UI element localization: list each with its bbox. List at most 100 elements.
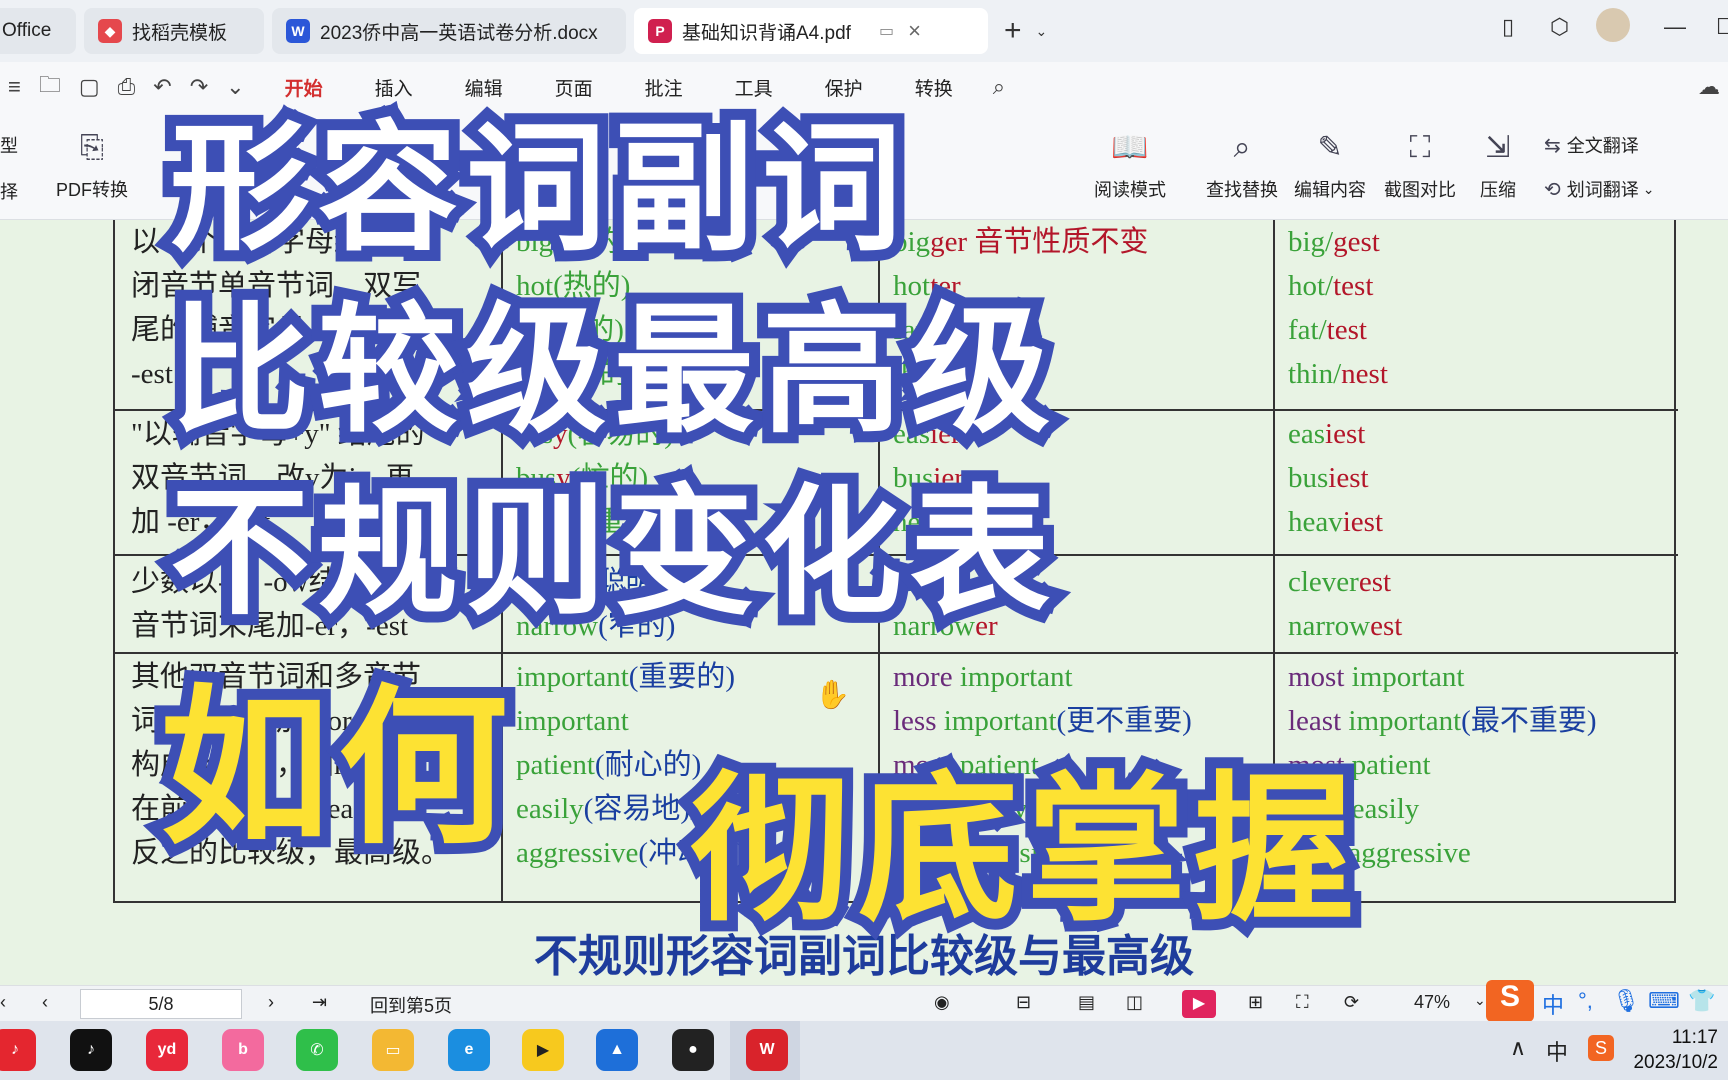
read-mode-button[interactable]: 📖 阅读模式 [1094,128,1166,202]
find-replace-button[interactable]: ⌕ 查找替换 [1206,128,1278,202]
tab-pdf[interactable]: P 基础知识背诵A4.pdf ▭ × [634,8,988,54]
tab-word-doc[interactable]: W 2023侨中高一英语试卷分析.docx [272,8,626,54]
next-page-icon[interactable]: › [268,992,274,1013]
photos-icon[interactable]: ▲ [596,1029,638,1071]
chevron-down-icon[interactable]: ⌄ [1036,23,1048,40]
sogou-ime-icon[interactable]: S [1486,980,1534,1022]
suffix-text: iest [1342,506,1384,538]
tray-ime[interactable]: 中 [1546,1035,1568,1067]
suffix-text: est [1370,610,1403,642]
single-page-icon[interactable]: ⊟ [1016,992,1031,1013]
tiktok-icon[interactable]: ♪ [70,1029,112,1071]
suffix-text: iest [1325,418,1366,450]
word-translate-button[interactable]: ⟲ 划词翻译 ⌄ [1544,176,1655,202]
word-text: fat/ [1288,314,1327,346]
ribbon-partial-label[interactable]: 择 [0,178,18,204]
tablet-icon[interactable]: ▯ [1502,14,1514,40]
bilibili-icon[interactable]: b [222,1029,264,1071]
wechat-icon[interactable]: ✆ [296,1029,338,1071]
table-cell-superlative: cleverest narrowest [1288,560,1402,648]
system-clock[interactable]: 11:17 2023/10/2 [1633,1025,1718,1075]
youdao-icon[interactable]: yd [146,1029,188,1071]
compress-button[interactable]: ⇲ 压缩 [1480,128,1516,202]
word-text: easily [516,793,584,825]
table-cell-superlative: big/gest hot/test fat/test thin/nest [1288,220,1388,396]
netease-music-icon[interactable]: ♪ [0,1029,36,1071]
word-text: heav [1288,506,1343,538]
edit-content-button[interactable]: ✎ 编辑内容 [1294,128,1366,202]
play-icon[interactable]: ▶ [1182,990,1216,1018]
save-icon[interactable]: ▢ [79,74,100,100]
prev-page-icon[interactable]: ‹ [42,992,48,1013]
edge-icon[interactable]: e [448,1029,490,1071]
menu-icon[interactable]: ≡ [8,74,21,100]
fit-width-icon[interactable]: ⊞ [1248,992,1263,1013]
word-text: narrow [1288,610,1371,642]
wps-icon[interactable]: W [746,1029,788,1071]
gloss-text: (容易地) [583,793,690,825]
maximize-icon[interactable]: ☐ [1716,14,1728,40]
file-explorer-icon[interactable]: ▭ [372,1029,414,1071]
edit-content-label: 编辑内容 [1294,180,1366,200]
pdf-convert-button[interactable]: ⎘ PDF转换 [56,128,128,202]
suffix-text: est [1358,566,1392,598]
continuous-icon[interactable]: ▤ [1078,992,1095,1013]
close-icon[interactable]: × [908,18,921,44]
suffix-text: test [1333,270,1374,302]
keyboard-icon[interactable]: ⌨ [1648,988,1680,1014]
book-icon: 📖 [1111,131,1149,164]
suffix-text: nest [1341,358,1388,390]
qq-icon[interactable]: ● [672,1029,714,1071]
overlay-title-line2: 比较级最高级 [159,279,1061,464]
search-icon: ⌕ [1233,131,1251,164]
clock-date: 2023/10/2 [1633,1052,1718,1073]
first-page-icon[interactable]: ‹ [0,992,6,1013]
cloud-icon[interactable]: ☁ [1698,74,1720,100]
modifier-text: most [1288,661,1345,693]
undo-icon[interactable]: ↶ [153,74,171,100]
microphone-icon[interactable]: 🎙 [1612,988,1640,1014]
skin-icon[interactable]: 👕 [1688,988,1715,1014]
page-number-input[interactable]: 5/8 [80,989,242,1019]
new-tab-button[interactable]: + [1004,14,1022,48]
full-translate-button[interactable]: ⇆ 全文翻译 [1544,132,1639,158]
word-text: eas [1288,418,1326,450]
sogou-tray-icon[interactable]: S [1588,1035,1614,1061]
find-replace-label: 查找替换 [1206,180,1278,200]
docer-icon: ◆ [98,19,122,43]
pdf-icon: P [648,19,672,43]
ribbon-partial-label[interactable]: 型 [0,132,18,158]
compress-label: 压缩 [1480,180,1516,200]
folder-icon[interactable]: 🗀 [39,68,61,106]
player-icon[interactable]: ▶ [522,1029,564,1071]
punctuation-icon[interactable]: °, [1578,988,1593,1014]
chevron-up-icon[interactable]: ∧ [1510,1035,1526,1061]
hand-cursor-icon: ✋ [815,679,850,710]
cube-icon[interactable]: ⬡ [1550,14,1569,40]
pdf-convert-label: PDF转换 [56,180,128,200]
print-icon[interactable]: ⎙ [118,74,136,100]
screen-icon[interactable]: ▭ [879,21,894,41]
zoom-level[interactable]: 47% [1414,992,1450,1013]
rotate-icon[interactable]: ⟳ [1344,992,1359,1013]
search-icon[interactable]: ⌕ [993,74,1005,100]
avatar[interactable] [1596,8,1630,42]
word-text: thin/ [1288,358,1342,390]
fit-page-icon[interactable]: ⛶ [1296,992,1309,1013]
chevron-down-icon[interactable]: ⌄ [1474,992,1486,1009]
compress-icon: ⇲ [1485,131,1511,164]
minimize-icon[interactable]: — [1664,14,1686,40]
overlay-title-line5: 彻底掌握 [679,745,1365,954]
menu-convert[interactable]: 转换 [915,74,953,101]
tab-office[interactable]: Office [0,8,76,54]
back-to-page-link[interactable]: 回到第5页 [370,992,452,1018]
last-page-icon[interactable]: ⇥ [312,992,327,1013]
screenshot-compare-button[interactable]: ⛶ 截图对比 [1384,128,1456,202]
eye-icon[interactable]: ◉ [934,992,950,1013]
word-text: aggressive [516,837,639,869]
ime-chinese-mode[interactable]: 中 [1542,988,1564,1020]
tab-label: 2023侨中高一英语试卷分析.docx [320,22,598,44]
two-page-icon[interactable]: ◫ [1126,992,1143,1013]
suffix-text: test [1326,314,1367,346]
tab-docer[interactable]: ◆ 找稻壳模板 [84,8,264,54]
